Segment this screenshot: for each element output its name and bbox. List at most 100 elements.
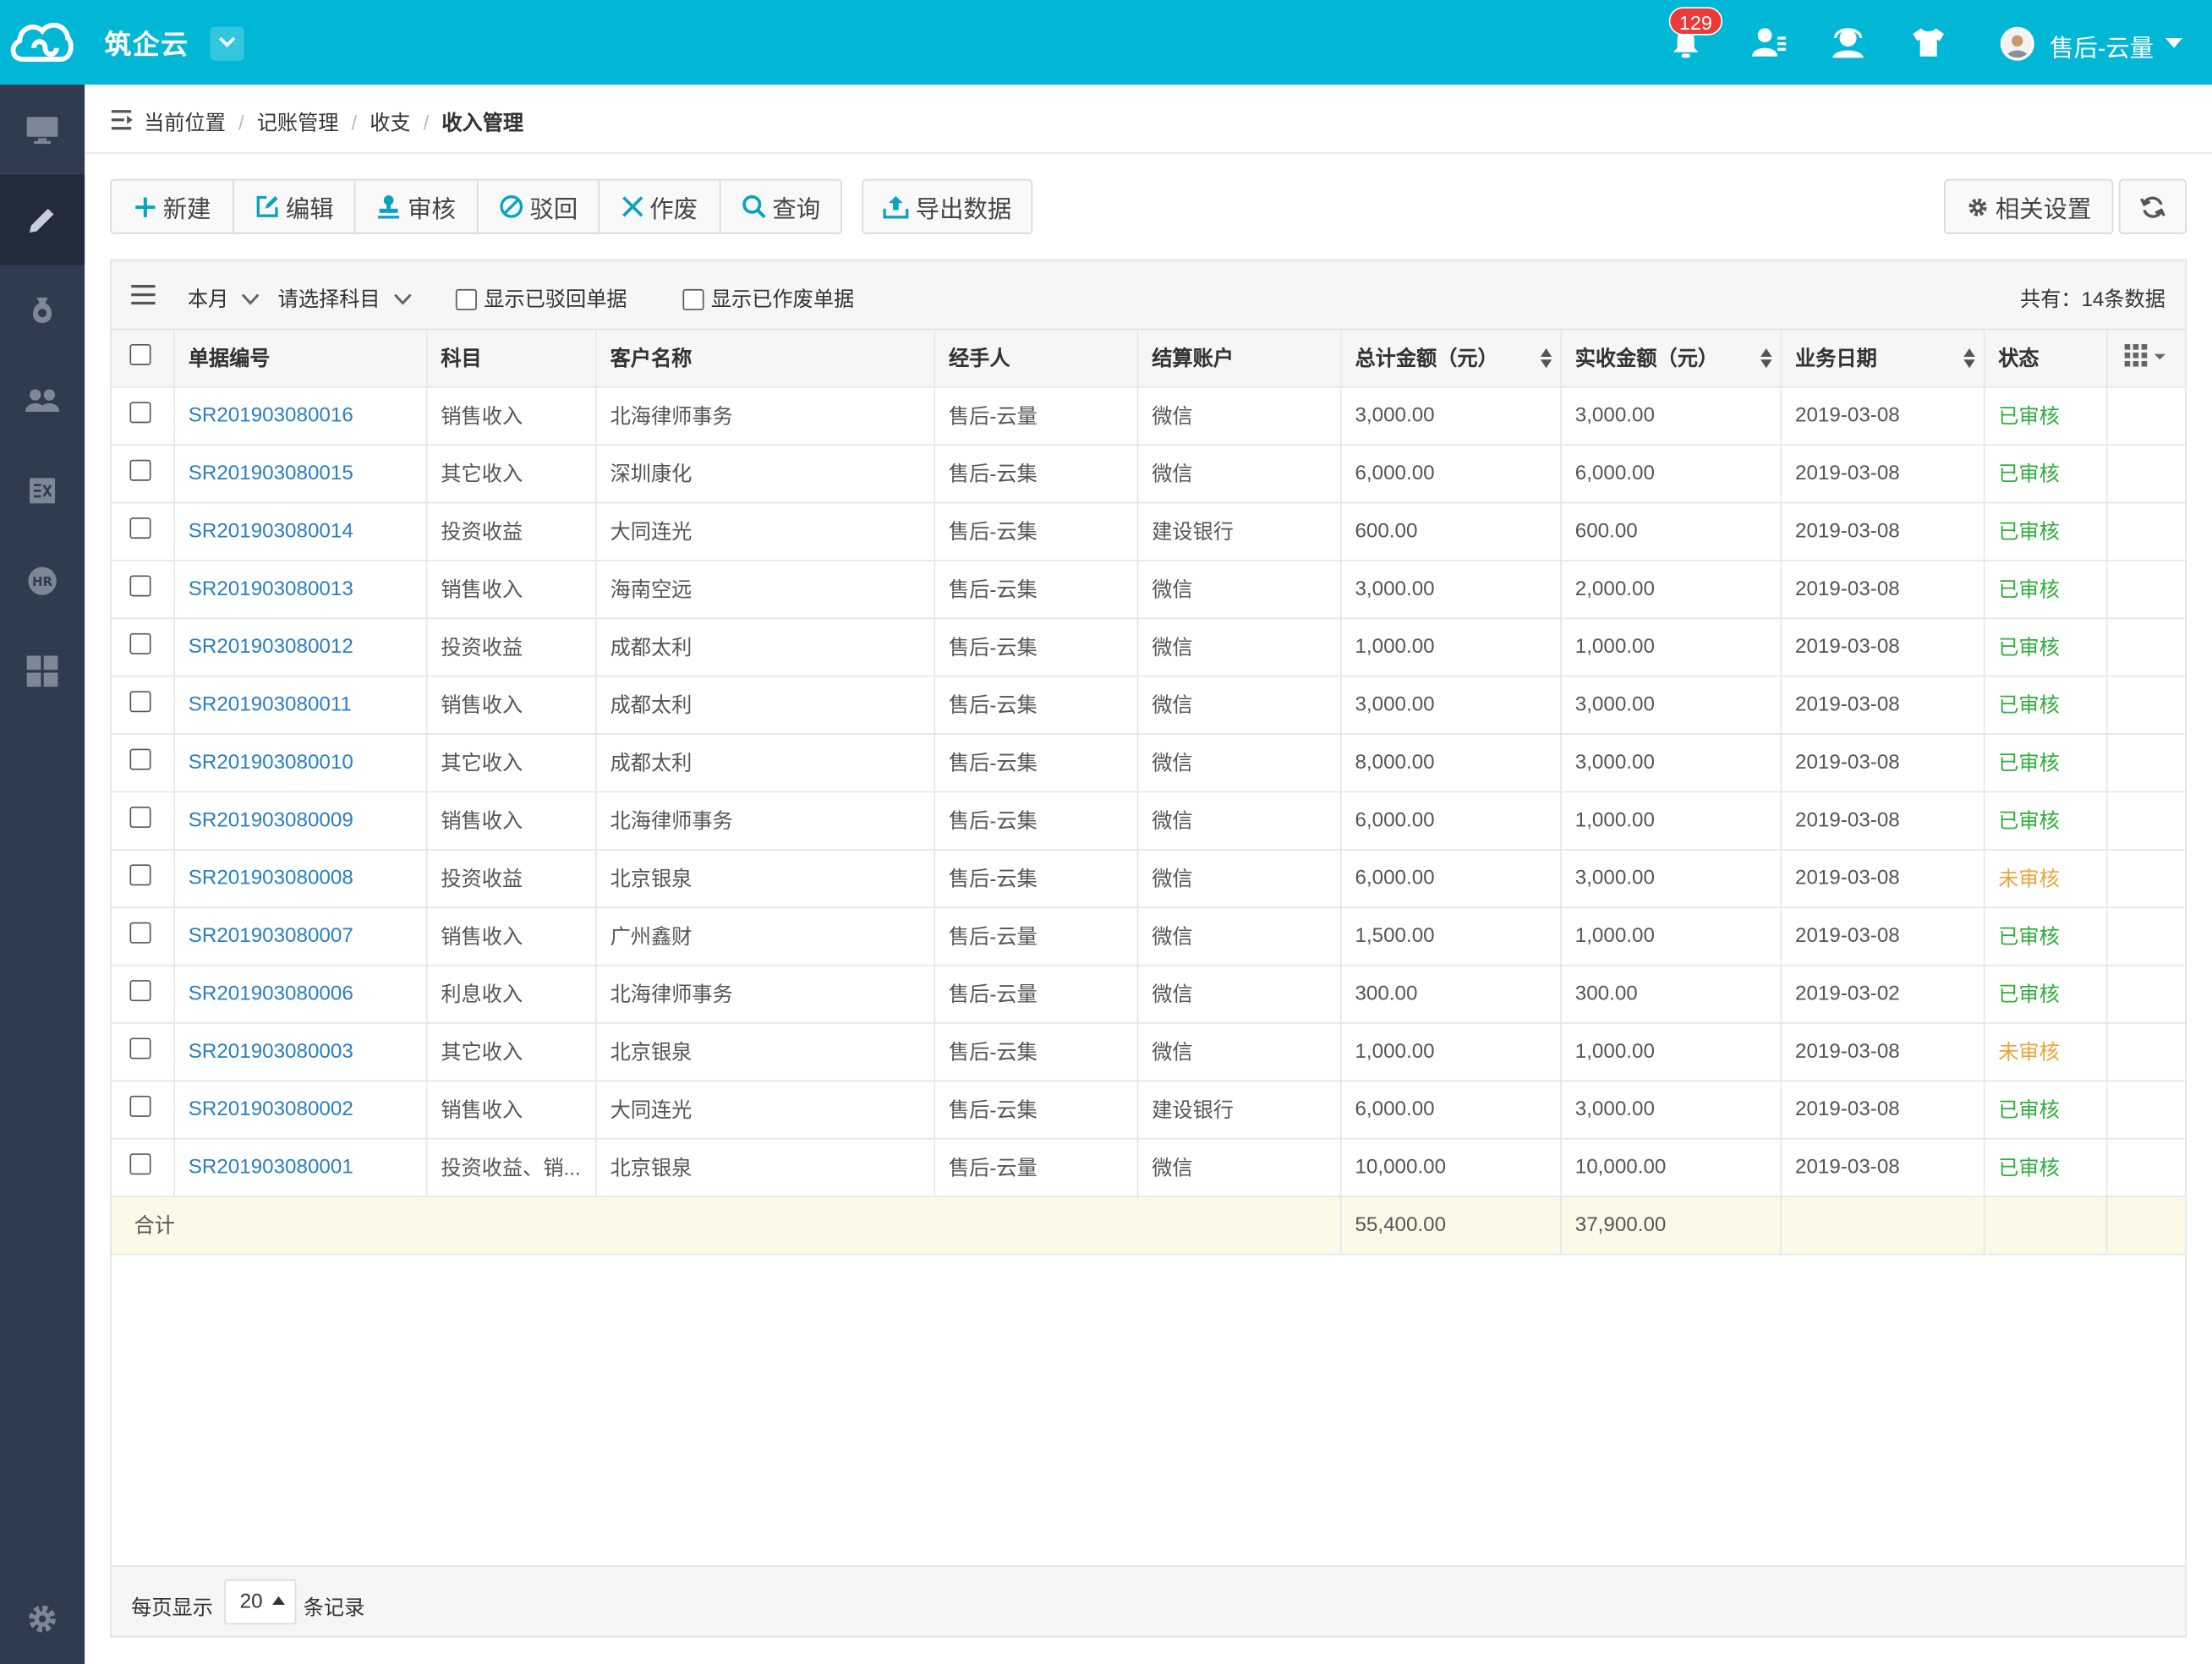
menu-icon[interactable]: [131, 284, 156, 305]
row-checkbox[interactable]: [129, 402, 151, 424]
period-select[interactable]: 本月: [188, 283, 260, 313]
row-checkbox[interactable]: [129, 1095, 151, 1117]
row-checkbox[interactable]: [129, 748, 151, 770]
show-voided-toggle[interactable]: 显示已作废单据: [682, 283, 854, 313]
reject-button-label: 驳回: [529, 195, 578, 223]
period-value: 本月: [187, 288, 229, 312]
cell-number[interactable]: SR201903080010: [173, 733, 427, 792]
row-select-cell: [111, 444, 175, 503]
table-row[interactable]: SR201903080006 利息收入 北海律师事务 售后-云量 微信 300.00 300…: [111, 964, 2186, 1023]
row-checkbox[interactable]: [129, 980, 151, 1002]
sidebar-item-finance[interactable]: [0, 265, 85, 356]
caret-down-icon[interactable]: [2165, 38, 2182, 49]
per-page-select[interactable]: 20: [224, 1579, 297, 1625]
contacts-button[interactable]: [1749, 23, 1789, 63]
table-row[interactable]: SR201903080002 销售收入 大同连光 售后-云集 建设银行 6,000.00 3…: [111, 1080, 2186, 1139]
sidebar-item-customers[interactable]: [0, 355, 85, 446]
cell-status: 未审核: [1983, 1022, 2107, 1081]
sidebar-item-settings[interactable]: [0, 1574, 85, 1664]
related-settings-button[interactable]: 相关设置: [1946, 180, 2112, 233]
cell-number[interactable]: SR201903080006: [173, 964, 427, 1023]
cell-number[interactable]: SR201903080015: [173, 444, 427, 503]
table-row[interactable]: SR201903080012 投资收益 成都太利 售后-云集 微信 1,000.00 1,0…: [111, 617, 2186, 676]
query-button[interactable]: 查询: [721, 180, 841, 233]
svg-text:HR: HR: [32, 574, 53, 589]
breadcrumb-income-expense[interactable]: 收支: [370, 112, 410, 135]
show-rejected-toggle[interactable]: 显示已驳回单据: [455, 283, 627, 313]
income-table: 单据编号 科目 客户名称 经手人 结算账户 总计金额（元） 实收金额（元） 业务…: [111, 330, 2186, 1255]
col-header-total-amount[interactable]: 总计金额（元）: [1339, 330, 1562, 387]
customer-service-button[interactable]: [1828, 23, 1868, 63]
cell-number[interactable]: SR201903080012: [173, 617, 427, 676]
sidebar-item-hr[interactable]: HR: [0, 536, 85, 627]
reject-button[interactable]: 驳回: [479, 180, 600, 233]
skin-button[interactable]: [1908, 23, 1948, 63]
void-button[interactable]: 作废: [600, 180, 721, 233]
show-rejected-checkbox[interactable]: [455, 288, 477, 310]
row-checkbox[interactable]: [129, 517, 151, 539]
table-row[interactable]: SR201903080003 其它收入 北京银泉 售后-云集 微信 1,000.00 1,0…: [111, 1022, 2186, 1081]
table-row[interactable]: SR201903080011 销售收入 成都太利 售后-云集 微信 3,000.00 3,0…: [111, 675, 2186, 735]
col-header-received-amount[interactable]: 实收金额（元）: [1560, 330, 1782, 387]
cell-number[interactable]: SR201903080009: [173, 791, 427, 850]
cell-number[interactable]: SR201903080001: [173, 1137, 427, 1197]
column-chooser[interactable]: [2105, 330, 2186, 387]
subject-select[interactable]: 请选择科目: [278, 283, 412, 313]
cell-number[interactable]: SR201903080002: [173, 1080, 427, 1139]
row-checkbox[interactable]: [129, 575, 151, 597]
sidebar-item-bookkeeping[interactable]: [0, 174, 85, 265]
row-checkbox[interactable]: [129, 691, 151, 713]
cell-number[interactable]: SR201903080003: [173, 1022, 427, 1081]
cell-number[interactable]: SR201903080011: [173, 675, 427, 735]
cell-number[interactable]: SR201903080013: [173, 560, 427, 619]
cell-subject: 销售收入: [425, 560, 596, 619]
breadcrumb-bookkeeping[interactable]: 记账管理: [257, 112, 339, 135]
show-voided-checkbox[interactable]: [682, 288, 704, 310]
row-checkbox[interactable]: [129, 459, 151, 481]
table-panel: 本月 请选择科目 显示已驳回单据 显示已作废单据 共有：14条数据 单据编号 科…: [110, 259, 2187, 1638]
cell-total-amount: 600.00: [1339, 501, 1562, 561]
export-button[interactable]: 导出数据: [863, 180, 1032, 233]
table-row[interactable]: SR201903080013 销售收入 海南空远 售后-云集 微信 3,000.00 2,0…: [111, 560, 2186, 619]
row-checkbox[interactable]: [129, 1037, 151, 1059]
breadcrumb-location: 当前位置: [144, 112, 226, 136]
row-checkbox[interactable]: [129, 1153, 151, 1175]
row-checkbox[interactable]: [129, 922, 151, 944]
cell-total-amount: 3,000.00: [1339, 386, 1562, 446]
audit-button[interactable]: 审核: [355, 180, 479, 233]
cell-number[interactable]: SR201903080008: [173, 849, 427, 908]
table-row[interactable]: SR201903080008 投资收益 北京银泉 售后-云集 微信 6,000.00 3,0…: [111, 849, 2186, 908]
total-empty-date: [1780, 1196, 1985, 1255]
upload-icon: [883, 195, 909, 219]
cell-customer: 北京银泉: [595, 1022, 935, 1081]
table-row[interactable]: SR201903080001 投资收益、销... 北京银泉 售后-云量 微信 10,000…: [111, 1137, 2186, 1197]
cell-number[interactable]: SR201903080007: [173, 906, 427, 966]
table-row[interactable]: SR201903080016 销售收入 北海律师事务 售后-云量 微信 3,000.00 3…: [111, 386, 2186, 446]
sidebar-item-apps[interactable]: [0, 627, 85, 717]
row-select-cell: [111, 675, 175, 735]
new-button[interactable]: 新建: [112, 180, 234, 233]
table-row[interactable]: SR201903080014 投资收益 大同连光 售后-云集 建设银行 600.00 600…: [111, 501, 2186, 561]
table-row[interactable]: SR201903080007 销售收入 广州鑫财 售后-云量 微信 1,500.00 1,0…: [111, 906, 2186, 966]
select-all-checkbox[interactable]: [129, 344, 151, 366]
sidebar-item-dashboard[interactable]: [0, 85, 85, 175]
cell-number[interactable]: SR201903080014: [173, 501, 427, 561]
app-switch-button[interactable]: [210, 26, 244, 61]
refresh-button[interactable]: [2121, 180, 2186, 233]
cell-received-amount: 1,000.00: [1560, 617, 1782, 676]
table-row[interactable]: SR201903080009 销售收入 北海律师事务 售后-云集 微信 6,000.00 1…: [111, 791, 2186, 850]
cell-total-amount: 6,000.00: [1339, 791, 1562, 850]
col-header-date[interactable]: 业务日期: [1780, 330, 1985, 387]
row-checkbox[interactable]: [129, 806, 151, 828]
row-checkbox[interactable]: [129, 864, 151, 886]
cell-account: 微信: [1136, 675, 1341, 735]
user-name[interactable]: 售后-云量: [2050, 28, 2154, 63]
row-checkbox[interactable]: [129, 632, 151, 654]
cell-number[interactable]: SR201903080016: [173, 386, 427, 446]
table-row[interactable]: SR201903080010 其它收入 成都太利 售后-云集 微信 8,000.00 3,0…: [111, 733, 2186, 792]
table-row[interactable]: SR201903080015 其它收入 深圳康化 售后-云集 微信 6,000.00 6,0…: [111, 444, 2186, 503]
sidebar-item-documents[interactable]: [0, 446, 85, 536]
chevron-down-icon: [241, 293, 260, 305]
edit-button[interactable]: 编辑: [234, 180, 356, 233]
avatar[interactable]: [2000, 26, 2034, 61]
